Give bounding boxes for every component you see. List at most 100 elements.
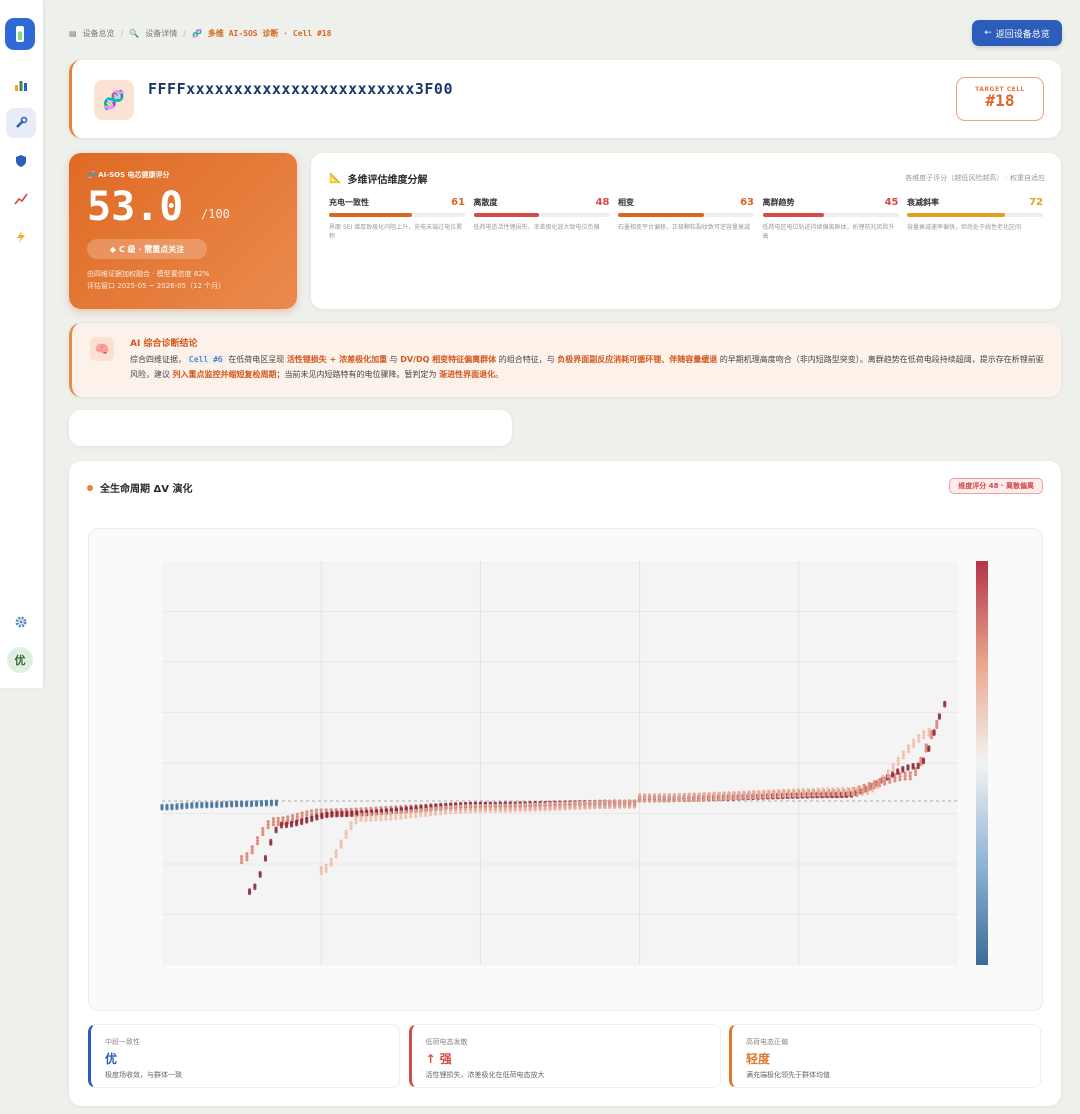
data-point: [891, 766, 895, 770]
data-point: [478, 809, 482, 814]
data-point: [881, 777, 885, 782]
data-point: [871, 783, 875, 787]
data-point: [881, 774, 885, 779]
data-point: [468, 807, 473, 811]
data-point: [687, 798, 691, 802]
data-point: [468, 804, 473, 808]
gear-icon[interactable]: [6, 607, 36, 637]
data-point: [443, 808, 448, 812]
lightning-icon[interactable]: [6, 222, 36, 252]
data-point: [508, 803, 512, 807]
data-point: [865, 788, 870, 793]
dimension-breakdown-card: 📐 多维评估维度分解 各维度子评分（越低风险越高） · 权重自适应 充电一致性 61…: [311, 153, 1061, 309]
data-point: [384, 817, 388, 821]
wrench-icon[interactable]: [6, 108, 36, 138]
data-point: [901, 765, 905, 770]
data-point: [672, 795, 676, 800]
data-point: [349, 821, 353, 825]
chart-title: 全生命周期 ΔV 演化: [87, 480, 192, 495]
data-point: [846, 789, 850, 794]
data-point: [836, 789, 840, 794]
data-point: [935, 719, 939, 723]
diagnosis-title: AI 综合诊断结论: [130, 339, 198, 349]
data-point: [359, 818, 363, 822]
data-point: [319, 872, 323, 876]
data-point: [493, 809, 497, 813]
back-to-overview-button[interactable]: ← 返回设备总览: [972, 20, 1062, 46]
dimension-score: 61: [451, 197, 465, 208]
summary-label: 低荷电态发散: [425, 1038, 468, 1046]
data-point: [722, 797, 726, 801]
data-point: [921, 757, 926, 761]
diamond-icon: ◆: [109, 244, 116, 254]
diagnosis-highlight: 活性锂损失 + 浓差极化加重: [286, 355, 388, 364]
data-point: [836, 786, 840, 791]
data-point: [593, 800, 597, 804]
data-point: [657, 793, 662, 797]
data-point: [404, 815, 408, 820]
data-point: [913, 770, 918, 774]
data-point: [898, 778, 902, 782]
data-point: [682, 798, 686, 802]
data-point: [295, 812, 299, 816]
data-point: [463, 804, 468, 808]
data-point: [563, 807, 567, 811]
data-point: [508, 806, 512, 810]
data-point: [295, 815, 299, 819]
data-point: [310, 809, 314, 813]
dimension-item: 充电一致性 61 界面 SEI 增厚致极化内阻上升，充电末端过电位累积: [329, 197, 465, 241]
shield-icon[interactable]: [6, 146, 36, 176]
dimension-desc: 低荷电态活性锂损失，浓差极化放大致电位负偏: [473, 224, 600, 231]
data-point: [245, 858, 249, 862]
data-point: [786, 794, 790, 798]
dimension-bar-fill: [473, 213, 539, 217]
data-point: [628, 805, 632, 809]
data-point: [647, 799, 652, 803]
back-button-label: 返回设备总览: [995, 29, 1050, 40]
data-point: [638, 796, 642, 800]
dimension-item: 离散度 48 低荷电态活性锂损失，浓差极化放大致电位负偏: [473, 197, 610, 232]
data-point: [766, 795, 770, 799]
breadcrumb-item-current: 多维 AI-SOS 诊断 · Cell #18: [207, 28, 332, 38]
data-point: [677, 798, 681, 803]
chart-icon[interactable]: [6, 70, 36, 100]
data-point: [896, 759, 900, 763]
breadcrumb-item-overview[interactable]: 设备总览: [83, 28, 115, 39]
data-point: [737, 793, 741, 797]
data-point: [746, 790, 751, 794]
data-point: [394, 813, 398, 818]
plot-area[interactable]: [88, 528, 1043, 1011]
data-point: [235, 804, 239, 808]
data-point: [448, 808, 453, 812]
breadcrumb-item-detail[interactable]: 设备详情: [145, 28, 177, 39]
data-point: [334, 852, 338, 856]
data-point: [345, 813, 349, 818]
data-point: [806, 793, 810, 797]
data-point: [896, 762, 900, 766]
data-point: [791, 791, 795, 795]
score-title: 🧬 AI-SOS 电芯健康评分: [87, 170, 170, 180]
chart-score-badge: 维度评分 48 · 离散偏离: [949, 478, 1043, 494]
chart-title-text: 全生命周期 ΔV 演化: [100, 484, 193, 495]
cell-code: Cell #6: [186, 355, 226, 364]
data-point: [677, 792, 681, 797]
data-point: [831, 793, 835, 797]
data-point: [374, 815, 378, 819]
data-point: [881, 780, 885, 785]
sidebar: 优: [0, 0, 44, 688]
avatar[interactable]: 优: [7, 647, 33, 673]
data-point: [453, 807, 458, 812]
data-point: [261, 829, 265, 834]
data-point: [633, 805, 637, 809]
data-point: [384, 811, 388, 815]
data-point: [269, 842, 273, 846]
data-point: [409, 815, 413, 819]
trend-icon[interactable]: [6, 184, 36, 214]
battery-logo-icon[interactable]: [5, 18, 35, 50]
data-point: [573, 804, 577, 808]
dimensions-title: 📐 多维评估维度分解: [329, 171, 427, 186]
data-point: [538, 805, 542, 809]
summary-desc: 满充端极化领先于群体均值: [746, 1071, 830, 1079]
data-point: [518, 809, 522, 813]
data-point: [230, 804, 234, 808]
